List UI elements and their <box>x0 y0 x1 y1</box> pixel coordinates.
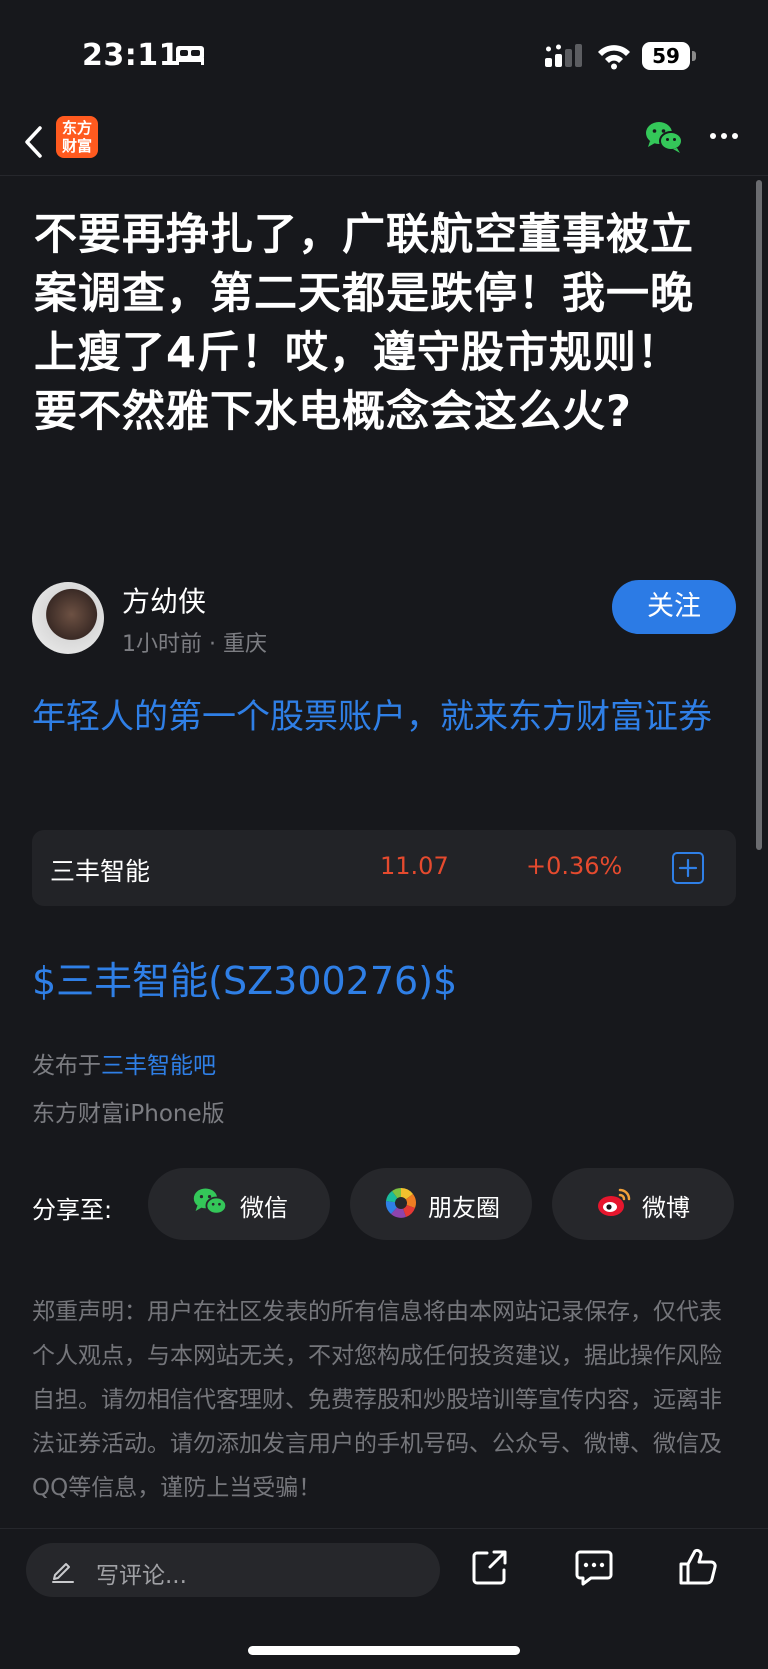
bottom-action-bar: 写评论... <box>0 1528 768 1669</box>
author-name[interactable]: 方幼侠 <box>122 580 206 620</box>
logo-line-2: 财富 <box>61 137 92 155</box>
article-title: 不要再挣扎了，广联航空董事被立案调查，第二天都是跌停！我一晚上瘦了4斤！哎，遵守… <box>34 210 694 437</box>
more-options-icon[interactable] <box>708 128 740 144</box>
share-label: 分享至: <box>32 1196 113 1224</box>
share-weibo-label: 微博 <box>642 1194 690 1222</box>
posted-prefix: 发布于 <box>32 1053 101 1079</box>
share-moments-button[interactable]: 朋友圈 <box>350 1168 532 1240</box>
follow-button[interactable]: 关注 <box>612 580 736 634</box>
wifi-icon <box>598 45 630 70</box>
cellular-signal-icon <box>545 44 582 67</box>
add-to-watchlist-button[interactable] <box>672 852 704 884</box>
share-wechat-label: 微信 <box>240 1194 288 1222</box>
back-chevron-icon[interactable] <box>20 120 50 164</box>
comment-icon[interactable] <box>574 1547 614 1587</box>
eastmoney-logo[interactable]: 东方 财富 <box>56 116 98 158</box>
post-meta: 1小时前 · 重庆 <box>122 632 267 657</box>
thumbs-up-icon[interactable] <box>678 1547 718 1587</box>
stock-quote-card[interactable]: 三丰智能 11.07 +0.36% <box>32 830 736 906</box>
battery-tip <box>692 51 696 61</box>
comment-placeholder: 写评论... <box>96 1563 187 1589</box>
weibo-icon <box>598 1188 631 1216</box>
battery-indicator: 59 <box>642 42 696 70</box>
promo-link[interactable]: 年轻人的第一个股票账户，就来东方财富证券 <box>32 690 738 744</box>
client-info: 东方财富iPhone版 <box>32 1101 225 1127</box>
stock-change: +0.36% <box>526 852 623 880</box>
comment-input[interactable]: 写评论... <box>26 1543 440 1597</box>
forward-share-icon[interactable] <box>470 1547 510 1587</box>
nav-bar: 东方 财富 <box>0 110 768 176</box>
forum-link[interactable]: 三丰智能吧 <box>101 1053 216 1079</box>
home-indicator[interactable] <box>248 1646 520 1655</box>
disclaimer-text: 郑重声明：用户在社区发表的所有信息将由本网站记录保存，仅代表个人观点，与本网站无… <box>32 1299 722 1501</box>
share-weibo-button[interactable]: 微博 <box>552 1168 734 1240</box>
posted-in: 发布于三丰智能吧 <box>32 1046 216 1080</box>
pencil-icon <box>52 1563 74 1583</box>
stock-tag-link[interactable]: $三丰智能(SZ300276)$ <box>32 950 457 1005</box>
share-moments-label: 朋友圈 <box>428 1194 500 1222</box>
plus-icon <box>678 858 698 878</box>
share-wechat-button[interactable]: 微信 <box>148 1168 330 1240</box>
sleep-mode-icon <box>176 46 204 65</box>
stock-name: 三丰智能 <box>50 857 151 886</box>
logo-line-1: 东方 <box>61 119 92 137</box>
wechat-icon <box>193 1188 228 1215</box>
scroll-indicator[interactable] <box>756 180 762 850</box>
author-avatar[interactable] <box>32 582 104 654</box>
stock-price: 11.07 <box>380 852 449 880</box>
wechat-share-icon[interactable] <box>644 120 684 154</box>
battery-level: 59 <box>642 42 690 70</box>
moments-icon <box>385 1188 416 1218</box>
status-time: 23:11 <box>82 38 180 73</box>
status-bar: 23:11 59 <box>0 0 768 110</box>
